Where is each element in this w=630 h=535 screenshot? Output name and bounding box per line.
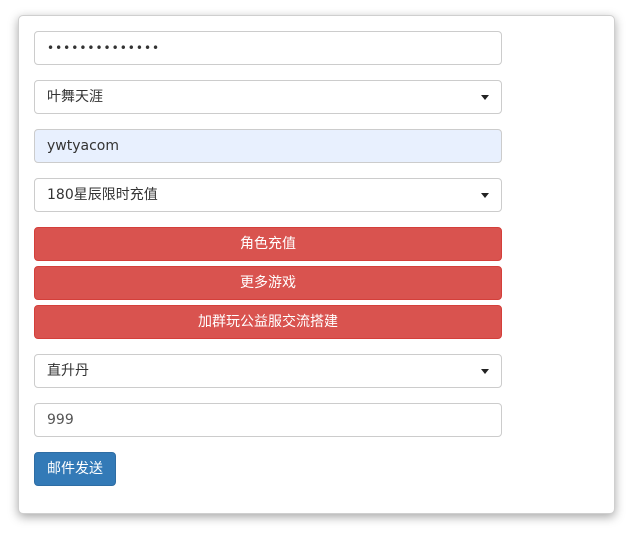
join-group-button[interactable]: 加群玩公益服交流搭建 [34, 305, 502, 339]
server-select[interactable]: 叶舞天涯 [34, 80, 502, 114]
role-name-field[interactable]: ywtyacom [34, 129, 502, 163]
chevron-down-icon [481, 95, 489, 100]
password-value: •••••••••••••• [47, 41, 161, 55]
quantity-value: 999 [47, 412, 74, 428]
form-panel: •••••••••••••• 叶舞天涯 ywtyacom 180星辰限时充值 角… [18, 15, 615, 514]
server-select-value: 叶舞天涯 [47, 89, 103, 105]
item-select-value: 直升丹 [47, 363, 89, 379]
quantity-field[interactable]: 999 [34, 403, 502, 437]
more-games-button[interactable]: 更多游戏 [34, 266, 502, 300]
package-select[interactable]: 180星辰限时充值 [34, 178, 502, 212]
recharge-button[interactable]: 角色充值 [34, 227, 502, 261]
send-mail-button[interactable]: 邮件发送 [34, 452, 116, 486]
chevron-down-icon [481, 369, 489, 374]
item-select[interactable]: 直升丹 [34, 354, 502, 388]
password-field[interactable]: •••••••••••••• [34, 31, 502, 65]
chevron-down-icon [481, 193, 489, 198]
package-select-value: 180星辰限时充值 [47, 187, 158, 203]
role-name-value: ywtyacom [47, 138, 119, 154]
